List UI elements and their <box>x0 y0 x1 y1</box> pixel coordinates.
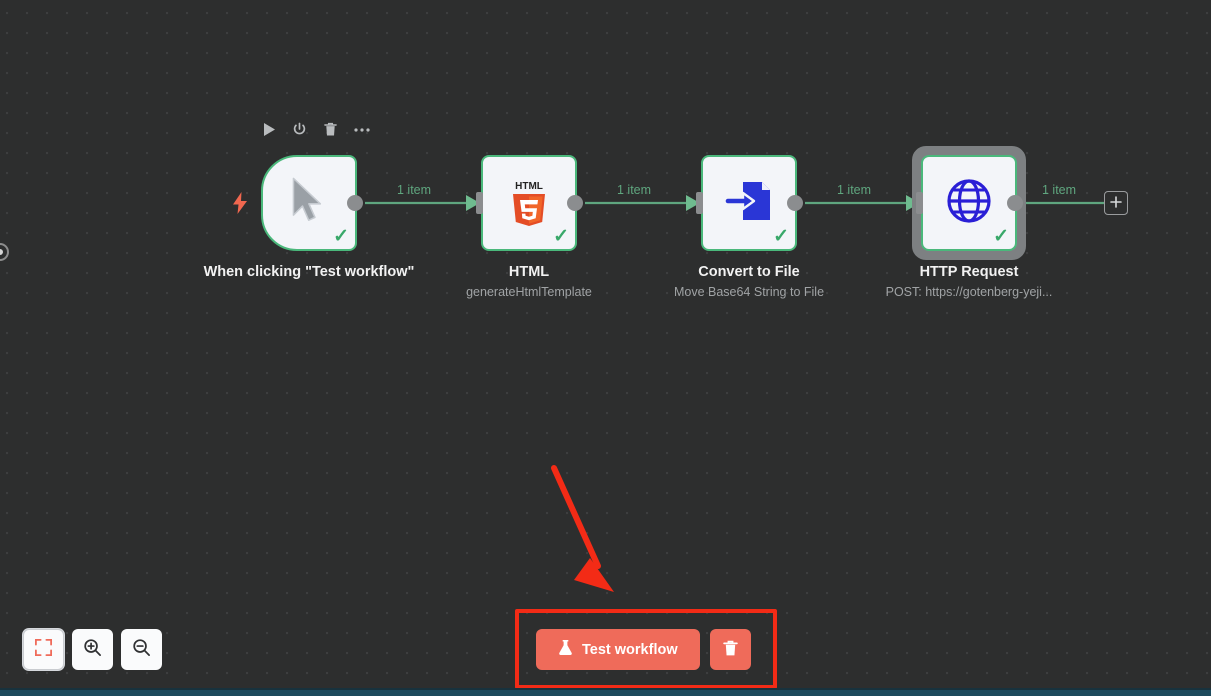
zoom-out-icon <box>132 638 151 662</box>
node-title: HTTP Request <box>919 264 1019 280</box>
node-output-port[interactable] <box>567 195 583 211</box>
node-body[interactable]: ✓ <box>696 155 803 251</box>
mouse-cursor-icon <box>289 177 329 230</box>
test-workflow-button[interactable]: Test workflow <box>536 629 700 670</box>
globe-icon <box>945 177 993 230</box>
node-body[interactable]: ✓ <box>233 155 363 251</box>
node-success-check-icon: ✓ <box>773 226 789 247</box>
node-html[interactable]: HTML ✓ HTML generateHtmlTemplate <box>466 155 592 299</box>
node-caption: When clicking "Test workflow" <box>202 263 417 283</box>
workflow-canvas[interactable]: 1 item 1 item 1 item 1 item ✓ When click… <box>0 0 1211 696</box>
zoom-controls <box>23 629 162 670</box>
connection-label: 1 item <box>1042 183 1077 197</box>
bottom-status-strip <box>0 688 1211 696</box>
node-caption: Convert to File Move Base64 String to Fi… <box>642 263 857 299</box>
node-subtitle: POST: https://gotenberg-yeji... <box>885 284 1053 299</box>
node-output-port[interactable] <box>347 195 363 211</box>
connection-label: 1 item <box>837 183 872 197</box>
node-body[interactable]: ✓ <box>916 155 1023 251</box>
svg-text:HTML: HTML <box>515 181 543 192</box>
test-workflow-label: Test workflow <box>582 641 678 658</box>
node-input-port[interactable] <box>476 192 483 214</box>
node-title: Convert to File <box>698 264 800 280</box>
node-title: When clicking "Test workflow" <box>203 264 415 280</box>
node-convert-to-file[interactable]: ✓ Convert to File Move Base64 String to … <box>674 155 824 299</box>
node-success-check-icon: ✓ <box>553 226 569 247</box>
node-output-port[interactable] <box>787 195 803 211</box>
html5-icon: HTML <box>507 176 551 231</box>
add-node-button[interactable] <box>1104 191 1128 215</box>
trash-icon <box>722 640 738 660</box>
plus-icon <box>1110 195 1122 211</box>
connection-lines-layer <box>365 195 1104 211</box>
node-subtitle: Move Base64 String to File <box>673 284 825 299</box>
zoom-in-icon <box>83 638 102 662</box>
node-input-port[interactable] <box>696 192 703 214</box>
fit-screen-icon <box>34 638 53 662</box>
delete-execution-button[interactable] <box>709 629 751 670</box>
zoom-out-button[interactable] <box>121 629 162 670</box>
node-success-check-icon: ✓ <box>333 226 349 247</box>
node-caption: HTML generateHtmlTemplate <box>422 263 637 299</box>
zoom-in-button[interactable] <box>72 629 113 670</box>
zoom-to-fit-button[interactable] <box>23 629 64 670</box>
node-http-request[interactable]: ✓ HTTP Request POST: https://gotenberg-y… <box>886 146 1052 299</box>
node-success-check-icon: ✓ <box>993 226 1009 247</box>
connection-label: 1 item <box>617 183 652 197</box>
node-title: HTML <box>508 264 550 280</box>
node-body[interactable]: HTML ✓ <box>476 155 583 251</box>
node-when-clicking-test-workflow[interactable]: ✓ When clicking "Test workflow" <box>204 155 414 280</box>
node-caption: HTTP Request POST: https://gotenberg-yej… <box>862 263 1077 299</box>
node-subtitle: generateHtmlTemplate <box>466 284 592 299</box>
file-convert-icon <box>724 176 774 231</box>
node-input-port[interactable] <box>916 192 923 214</box>
flask-icon <box>558 639 573 660</box>
run-toolbar: Test workflow <box>536 629 751 670</box>
connection-label: 1 item <box>397 183 432 197</box>
trigger-bolt-icon <box>232 192 248 214</box>
node-output-port[interactable] <box>1007 195 1023 211</box>
